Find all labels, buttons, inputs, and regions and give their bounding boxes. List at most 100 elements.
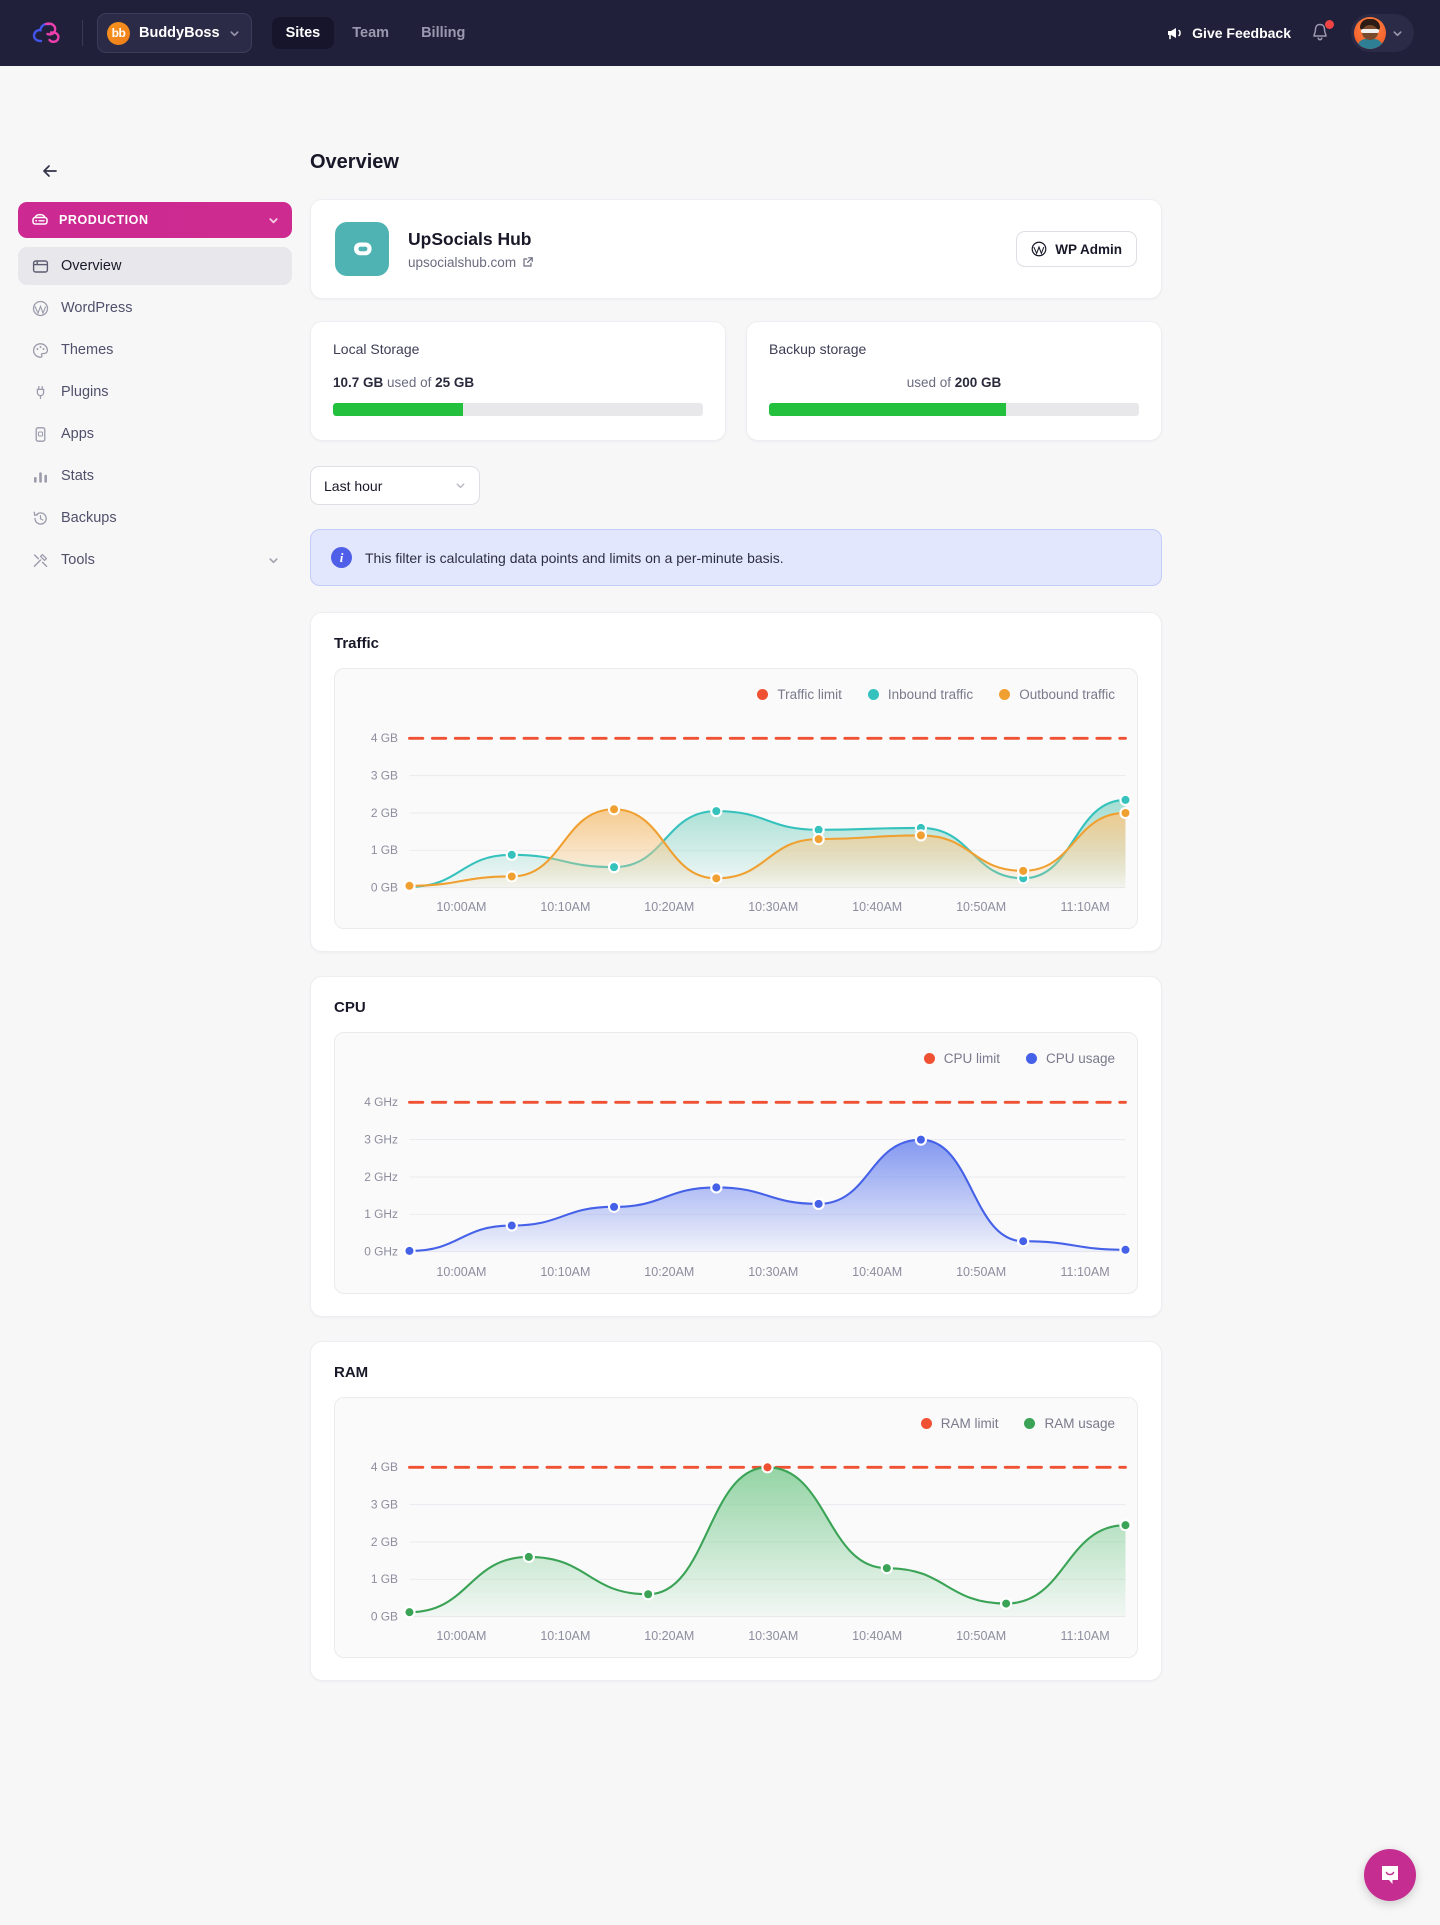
data-point-marker[interactable] — [505, 1219, 518, 1233]
time-range-select[interactable]: Last hour — [310, 466, 480, 505]
x-axis-tick-label: 10:40AM — [852, 1264, 903, 1279]
sidebar-item-wordpress[interactable]: WordPress — [18, 289, 292, 327]
data-point-marker[interactable] — [505, 848, 518, 861]
x-axis-labels: 10:00AM 10:10AM 10:20AM 10:30AM 10:40AM 10:50… — [335, 1263, 1137, 1289]
sidebar-item-themes[interactable]: Themes — [18, 331, 292, 369]
legend-item[interactable]: Outbound traffic — [999, 687, 1115, 702]
data-point-marker[interactable] — [812, 1198, 825, 1211]
legend-color-dot — [999, 689, 1011, 700]
info-icon: i — [331, 547, 352, 568]
data-point-marker[interactable] — [710, 805, 723, 818]
data-point-marker[interactable] — [914, 1133, 928, 1147]
data-point-marker[interactable] — [403, 1245, 416, 1258]
x-axis-tick-label: 11:10AM — [1060, 1264, 1110, 1279]
nav-link-billing[interactable]: Billing — [407, 17, 479, 49]
legend-label: CPU usage — [1045, 1051, 1115, 1067]
palette-icon — [31, 341, 49, 359]
sidebar-item-apps[interactable]: Apps — [18, 415, 292, 453]
app-root: bb BuddyBoss Sites Team Billing Give Fee… — [0, 0, 1440, 1925]
y-axis-tick-label: 4 GHz — [364, 1096, 398, 1110]
sidebar-item-label: Overview — [61, 258, 122, 274]
nav-link-team[interactable]: Team — [338, 17, 403, 49]
x-axis-tick-label: 10:30AM — [748, 1264, 799, 1279]
sidebar-item-backups[interactable]: Backups — [18, 499, 292, 537]
data-point-marker[interactable] — [812, 833, 825, 846]
data-point-marker[interactable] — [607, 803, 621, 816]
sidebar-item-overview[interactable]: Overview — [18, 247, 292, 285]
user-menu[interactable] — [1351, 14, 1414, 52]
x-axis-tick-label: 10:20AM — [644, 1629, 695, 1644]
data-point-marker[interactable] — [403, 879, 416, 892]
y-axis-tick-label: 1 GB — [371, 843, 398, 857]
give-feedback-button[interactable]: Give Feedback — [1166, 25, 1291, 41]
data-point-marker[interactable] — [1119, 1518, 1132, 1532]
wordpress-icon — [31, 299, 49, 317]
x-axis-tick-label: 10:40AM — [852, 1629, 903, 1644]
data-point-marker[interactable] — [710, 872, 723, 885]
data-point-marker[interactable] — [1017, 1235, 1030, 1248]
brand-logo[interactable] — [26, 13, 72, 53]
chart-title: Traffic — [334, 635, 380, 652]
nav-link-sites[interactable]: Sites — [271, 17, 335, 49]
x-axis-tick-label: 10:20AM — [644, 1264, 695, 1279]
data-point-marker[interactable] — [505, 870, 518, 883]
legend-item[interactable]: Traffic limit — [757, 687, 842, 702]
data-point-marker[interactable] — [1119, 793, 1132, 807]
data-point-marker[interactable] — [761, 1460, 774, 1474]
megaphone-icon — [1168, 28, 1181, 40]
environment-selector[interactable]: PRODUCTION — [18, 202, 292, 238]
tools-icon — [31, 551, 49, 569]
data-point-marker[interactable] — [1017, 864, 1030, 877]
data-point-marker[interactable] — [710, 1181, 723, 1194]
legend-color-dot — [867, 689, 879, 700]
cloud-logo-icon — [32, 22, 60, 43]
legend-label: CPU limit — [943, 1051, 1000, 1067]
site-url-link[interactable]: upsocialshub.com — [408, 255, 534, 270]
legend-item[interactable]: RAM limit — [920, 1416, 998, 1431]
data-point-marker[interactable] — [914, 829, 928, 842]
legend-item[interactable]: RAM usage — [1024, 1416, 1115, 1431]
data-point-marker[interactable] — [607, 1201, 621, 1214]
chevron-down-icon — [269, 557, 278, 563]
legend-label: Traffic limit — [777, 687, 842, 702]
legend-item[interactable]: CPU limit — [923, 1051, 1000, 1067]
x-axis-tick-label: 10:00AM — [436, 1264, 487, 1279]
y-axis-tick-label: 0 GB — [371, 880, 398, 893]
legend-color-dot — [1025, 1053, 1037, 1065]
legend-item[interactable]: Inbound traffic — [867, 687, 973, 702]
storage-usage-text: used of 200 GB — [769, 375, 1139, 390]
site-name: UpSocials Hub — [408, 228, 532, 249]
notifications-button[interactable] — [1309, 20, 1334, 45]
data-point-marker[interactable] — [403, 1605, 416, 1619]
x-axis-tick-label: 10:10AM — [540, 1264, 591, 1279]
main-content: Overview UpSocials Hub upsocialshub.com — [310, 66, 1210, 1785]
chart-svg: 0 GB 1 GB 2 GB 3 GB 4 GB — [371, 731, 1132, 894]
x-axis-tick-label: 10:50AM — [956, 1264, 1007, 1279]
data-point-marker[interactable] — [1000, 1597, 1013, 1610]
arrow-left-icon[interactable] — [40, 161, 60, 181]
wp-admin-button[interactable]: WP Admin — [1016, 231, 1137, 267]
topbar-actions: Give Feedback — [1166, 14, 1414, 52]
chart-svg: 0 GHz 1 GHz 2 GHz 3 GHz 4 GHz — [364, 1096, 1132, 1259]
legend-color-dot — [923, 1053, 935, 1065]
data-point-marker[interactable] — [880, 1561, 893, 1575]
data-point-marker[interactable] — [1119, 1244, 1132, 1257]
chart-title: RAM — [334, 1363, 369, 1381]
give-feedback-label: Give Feedback — [1192, 25, 1291, 41]
sidebar-item-stats[interactable]: Stats — [18, 457, 292, 495]
data-point-marker[interactable] — [642, 1587, 655, 1601]
storage-title: Local Storage — [333, 341, 420, 357]
org-switcher[interactable]: bb BuddyBoss — [97, 13, 252, 53]
legend-item[interactable]: CPU usage — [1025, 1051, 1115, 1067]
bar-chart-icon — [31, 467, 49, 485]
y-axis-tick-label: 4 GB — [371, 731, 398, 745]
wp-admin-label: WP Admin — [1055, 241, 1122, 257]
data-point-marker[interactable] — [1119, 806, 1132, 820]
data-point-marker[interactable] — [607, 861, 621, 874]
legend-color-dot — [757, 689, 769, 700]
sidebar-item-plugins[interactable]: Plugins — [18, 373, 292, 411]
legend-label: RAM usage — [1044, 1415, 1115, 1431]
sidebar-item-tools[interactable]: Tools — [18, 541, 292, 579]
chat-launcher-button[interactable] — [1364, 1849, 1416, 1901]
data-point-marker[interactable] — [522, 1550, 535, 1563]
